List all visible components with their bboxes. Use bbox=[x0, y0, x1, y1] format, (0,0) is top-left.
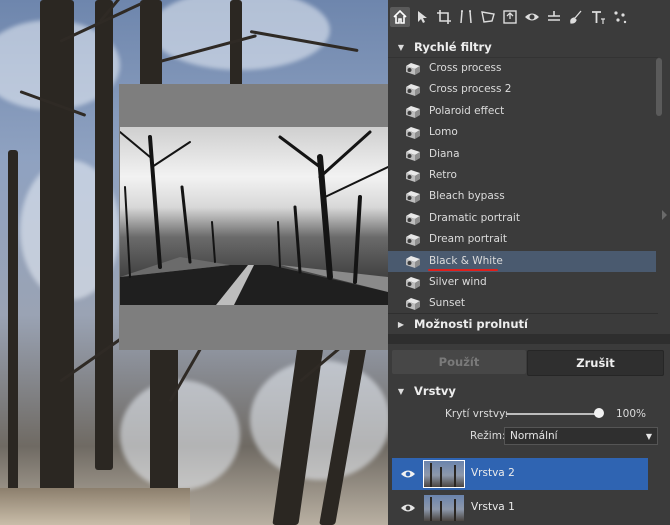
crop-icon[interactable] bbox=[434, 7, 454, 27]
layers-title: Vrstvy bbox=[414, 384, 456, 398]
opacity-slider-handle[interactable] bbox=[594, 408, 604, 418]
filter-label: Dream portrait bbox=[429, 233, 507, 245]
layer-row[interactable]: Vrstva 1 bbox=[392, 492, 648, 524]
filter-item[interactable]: Polaroid effect bbox=[388, 101, 658, 122]
filter-icon bbox=[406, 127, 420, 139]
filter-label: Sunset bbox=[429, 297, 466, 309]
filter-label: Retro bbox=[429, 169, 457, 181]
filter-label: Diana bbox=[429, 148, 460, 160]
filter-label: Silver wind bbox=[429, 276, 487, 288]
filter-icon bbox=[406, 234, 420, 246]
scrollbar-thumb[interactable] bbox=[656, 58, 662, 116]
selected-filter-underline bbox=[428, 269, 498, 271]
filter-item[interactable]: Sunset bbox=[388, 293, 658, 313]
filter-item[interactable]: Cross process 2 bbox=[388, 79, 658, 100]
filter-icon bbox=[406, 256, 420, 268]
filter-label: Lomo bbox=[429, 126, 458, 138]
filter-icon bbox=[406, 149, 420, 161]
tree-trunk bbox=[8, 150, 18, 525]
level-icon[interactable] bbox=[544, 7, 564, 27]
filter-icon bbox=[406, 298, 420, 310]
apply-button[interactable]: Použít bbox=[392, 350, 526, 374]
filter-item[interactable]: Black & White bbox=[388, 251, 658, 272]
chevron-right-icon: ▶ bbox=[397, 319, 405, 329]
brush-icon[interactable] bbox=[566, 7, 586, 27]
filter-item[interactable]: Lomo bbox=[388, 122, 658, 143]
filter-label: Cross process 2 bbox=[429, 83, 512, 95]
layer-thumbnail bbox=[423, 460, 465, 488]
home-icon[interactable] bbox=[390, 7, 410, 27]
eye-icon[interactable] bbox=[522, 7, 542, 27]
photo-canvas[interactable] bbox=[0, 0, 388, 525]
straighten-icon[interactable] bbox=[456, 7, 476, 27]
filter-item[interactable]: Retro bbox=[388, 165, 658, 186]
cancel-button[interactable]: Zrušit bbox=[527, 350, 664, 376]
filter-icon bbox=[406, 106, 420, 118]
filter-item[interactable]: Dream portrait bbox=[388, 229, 658, 250]
perspective-icon[interactable] bbox=[478, 7, 498, 27]
opacity-label: Krytí vrstvy: bbox=[445, 408, 509, 420]
opacity-value: 100% bbox=[616, 408, 647, 420]
visibility-eye-icon[interactable] bbox=[400, 468, 416, 480]
tree-trunk bbox=[230, 0, 242, 90]
frame-icon[interactable] bbox=[500, 7, 520, 27]
chevron-down-icon: ▼ bbox=[397, 42, 405, 52]
blend-mode-select[interactable]: Normální ▼ bbox=[504, 427, 658, 445]
blend-mode-label: Režim: bbox=[470, 430, 506, 442]
filter-label: Dramatic portrait bbox=[429, 212, 520, 224]
filter-item[interactable]: Silver wind bbox=[388, 272, 658, 293]
filter-preview-image bbox=[120, 127, 388, 305]
filter-icon bbox=[406, 63, 420, 75]
filter-label: Cross process bbox=[429, 62, 502, 74]
filter-icon bbox=[406, 170, 420, 182]
filter-item[interactable]: Cross process bbox=[388, 58, 658, 79]
filter-item[interactable]: Diana bbox=[388, 144, 658, 165]
blend-mode-value: Normální bbox=[510, 430, 558, 442]
quick-filters-header[interactable]: ▼ Rychlé filtry bbox=[388, 37, 658, 58]
opacity-slider[interactable] bbox=[506, 413, 599, 415]
panel-divider bbox=[388, 334, 670, 344]
tool-toolbar bbox=[388, 0, 670, 36]
filter-item[interactable]: Bleach bypass bbox=[388, 186, 658, 207]
filter-list: Cross process Cross process 2 Polaroid eff… bbox=[388, 58, 658, 313]
blend-options-title: Možnosti prolnutí bbox=[414, 317, 528, 331]
filter-icon bbox=[406, 84, 420, 96]
filter-icon bbox=[406, 277, 420, 289]
chevron-down-icon: ▼ bbox=[397, 386, 405, 396]
layer-name: Vrstva 2 bbox=[471, 467, 515, 479]
layers-header[interactable]: ▼ Vrstvy bbox=[388, 381, 658, 401]
pointer-icon[interactable] bbox=[412, 7, 432, 27]
filter-icon bbox=[406, 191, 420, 203]
blend-options-header[interactable]: ▶ Možnosti prolnutí bbox=[388, 313, 658, 334]
filter-label: Bleach bypass bbox=[429, 190, 505, 202]
tree-trunk bbox=[95, 0, 113, 470]
effects-icon[interactable] bbox=[610, 7, 630, 27]
filter-icon bbox=[406, 213, 420, 225]
filter-label: Black & White bbox=[429, 255, 503, 267]
chevron-down-icon: ▼ bbox=[645, 432, 652, 441]
tree-trunk bbox=[40, 0, 74, 525]
layer-row[interactable]: Vrstva 2 bbox=[392, 458, 648, 490]
layer-thumbnail bbox=[424, 495, 464, 521]
visibility-eye-icon[interactable] bbox=[400, 502, 416, 514]
text-icon[interactable] bbox=[588, 7, 608, 27]
filter-label: Polaroid effect bbox=[429, 105, 505, 117]
right-panel: ▼ Rychlé filtry Cross process Cross proce… bbox=[388, 0, 670, 525]
layer-name: Vrstva 1 bbox=[471, 501, 515, 513]
filter-item[interactable]: Dramatic portrait bbox=[388, 208, 658, 229]
quick-filters-title: Rychlé filtry bbox=[414, 40, 492, 54]
panel-collapse-arrow-icon[interactable] bbox=[662, 210, 667, 220]
